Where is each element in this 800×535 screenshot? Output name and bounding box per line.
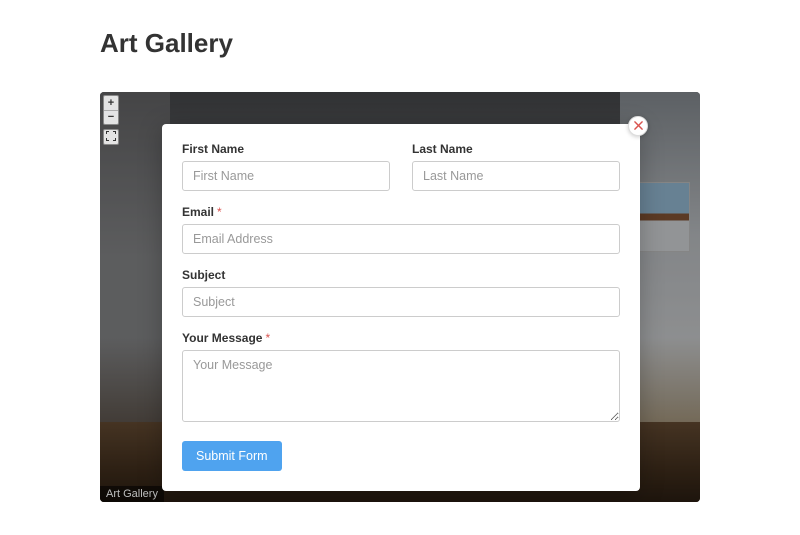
- close-icon: [634, 117, 643, 135]
- email-label: Email*: [182, 205, 620, 219]
- last-name-label: Last Name: [412, 142, 620, 156]
- viewer-caption: Art Gallery: [100, 486, 164, 502]
- gallery-viewer[interactable]: + − Art Gallery First Name Last Name: [100, 92, 700, 502]
- page-title: Art Gallery: [100, 28, 800, 59]
- message-label: Your Message*: [182, 331, 620, 345]
- contact-form-modal: First Name Last Name Email* Subject Your…: [162, 124, 640, 491]
- close-button[interactable]: [628, 116, 648, 136]
- required-mark: *: [217, 205, 222, 219]
- zoom-out-button[interactable]: −: [104, 110, 118, 124]
- zoom-in-button[interactable]: +: [104, 96, 118, 110]
- subject-input[interactable]: [182, 287, 620, 317]
- zoom-controls: + −: [103, 95, 119, 125]
- subject-label: Subject: [182, 268, 620, 282]
- message-textarea[interactable]: [182, 350, 620, 422]
- first-name-label: First Name: [182, 142, 390, 156]
- fullscreen-button[interactable]: [103, 129, 119, 145]
- fullscreen-icon: [106, 128, 116, 146]
- submit-button[interactable]: Submit Form: [182, 441, 282, 471]
- last-name-input[interactable]: [412, 161, 620, 191]
- required-mark: *: [265, 331, 270, 345]
- first-name-input[interactable]: [182, 161, 390, 191]
- email-input[interactable]: [182, 224, 620, 254]
